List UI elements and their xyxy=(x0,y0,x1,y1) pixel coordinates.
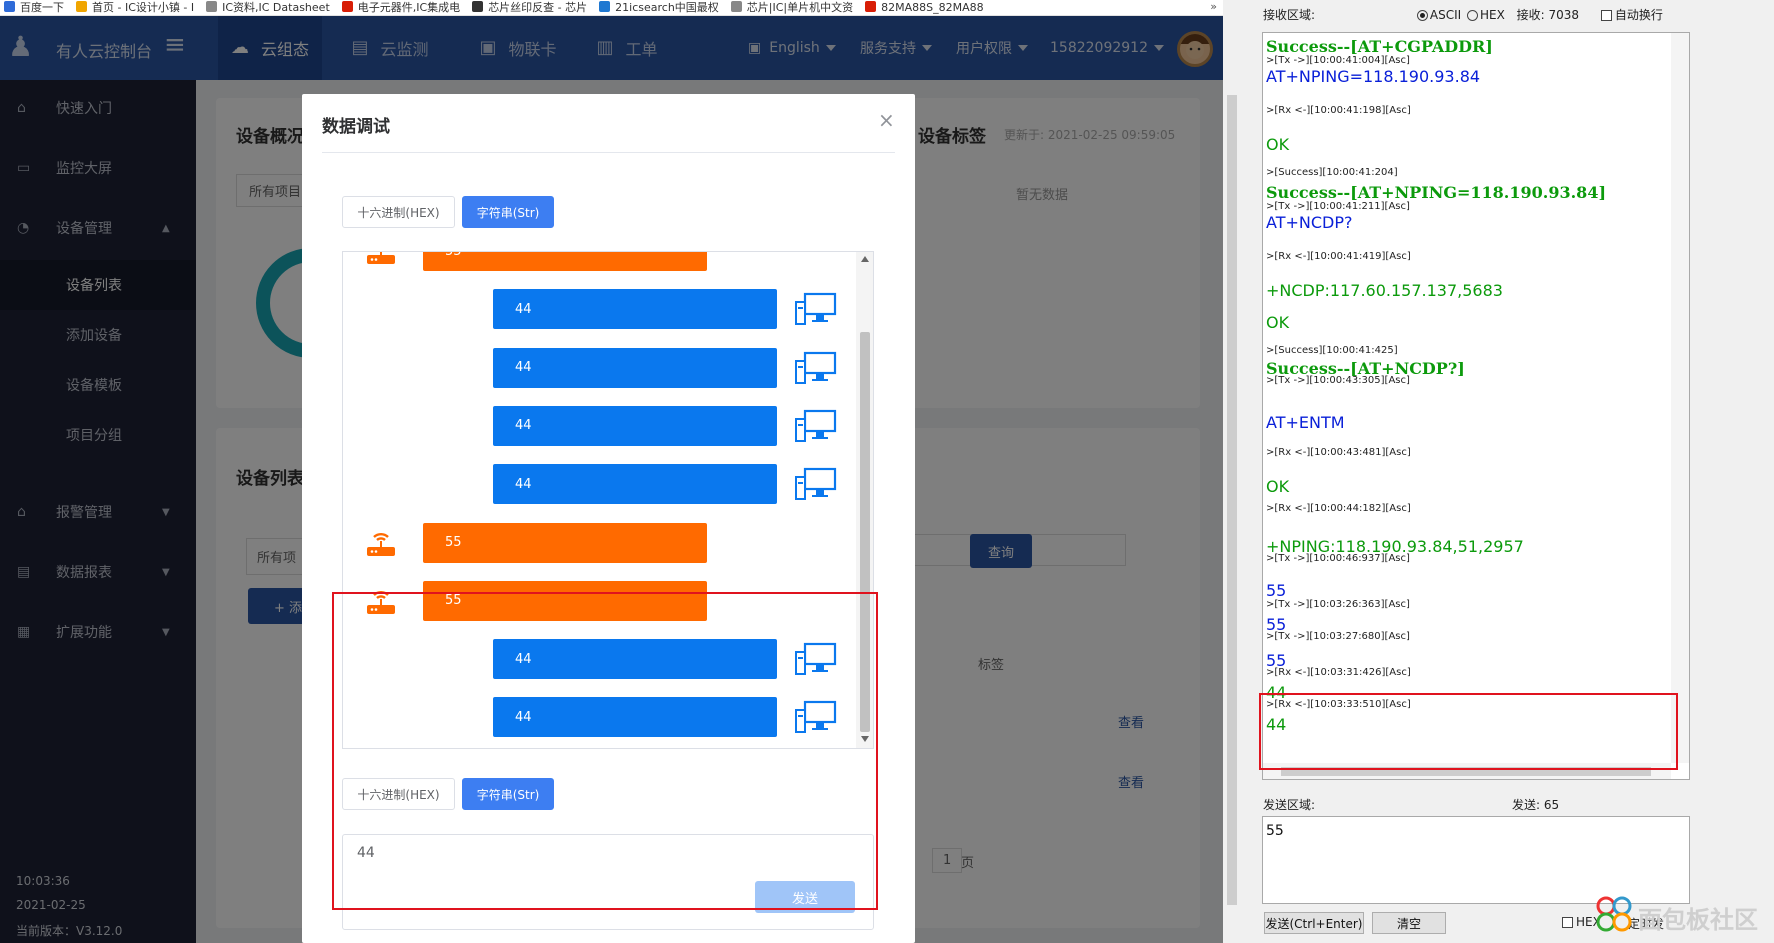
highlight-box xyxy=(332,592,878,910)
bookmark-favicon-icon xyxy=(472,1,484,12)
receive-area[interactable]: Success--[AT+CGPADDR] >[Tx ->][10:00:41:0… xyxy=(1262,32,1690,780)
serial-send-button[interactable]: 发送(Ctrl+Enter) xyxy=(1264,912,1364,934)
log-line: Success--[AT+NPING=118.190.93.84] xyxy=(1266,183,1607,202)
send-area-label: 发送区域: xyxy=(1263,798,1316,812)
bookmark-item[interactable]: 电子元器件,IC集成电 xyxy=(338,1,468,15)
recv-label: 接收区域: xyxy=(1263,8,1316,22)
receive-scrollbar[interactable] xyxy=(1671,33,1689,763)
ascii-radio[interactable]: ASCII xyxy=(1416,8,1461,22)
log-line: AT+NPING=118.190.93.84 xyxy=(1266,67,1481,86)
bookmarks-bar: 百度一下 首页 - IC设计小镇 - I IC资料,IC Datasheet 电子元器… xyxy=(0,0,1223,16)
bookmark-item[interactable]: 百度一下 xyxy=(0,1,72,15)
log-line: >[Rx <-][10:00:41:198][Asc] xyxy=(1266,105,1411,116)
close-icon[interactable]: × xyxy=(878,108,895,132)
bookmarks-more-icon[interactable]: » xyxy=(1210,0,1217,14)
auto-wrap-checkbox[interactable]: 自动换行 xyxy=(1600,8,1663,22)
tab-str[interactable]: 字符串(Str) xyxy=(462,196,554,228)
log-line: >[Tx ->][10:03:26:363][Asc] xyxy=(1266,599,1410,610)
watermark-logo-icon xyxy=(1596,896,1632,932)
router-icon xyxy=(365,527,397,559)
received-message: 44 xyxy=(493,405,777,446)
log-line: >[Success][10:00:41:425] xyxy=(1266,345,1398,356)
computer-icon xyxy=(795,351,837,385)
log-line: AT+NCDP? xyxy=(1266,213,1353,232)
log-line: Success--[AT+CGPADDR] xyxy=(1266,37,1493,56)
bookmark-favicon-icon xyxy=(206,1,218,12)
sent-message: 55 xyxy=(423,522,707,563)
clear-button[interactable]: 清空 xyxy=(1372,912,1446,934)
send-count: 发送: 65 xyxy=(1512,798,1560,812)
scroll-up-icon[interactable] xyxy=(861,256,869,262)
serial-send-value: 55 xyxy=(1266,823,1284,839)
page-scrollbar[interactable] xyxy=(1223,0,1241,943)
log-line: >[Tx ->][10:03:27:680][Asc] xyxy=(1266,631,1410,642)
sent-message: 55 xyxy=(423,252,707,271)
log-line: >[Rx <-][10:00:44:182][Asc] xyxy=(1266,503,1411,514)
log-line: +NCDP:117.60.157.137,5683 xyxy=(1266,281,1503,300)
log-line: >[Tx ->][10:00:46:937][Asc] xyxy=(1266,553,1410,564)
radio-icon xyxy=(1467,10,1478,21)
bookmark-favicon-icon xyxy=(4,1,15,12)
computer-icon xyxy=(795,292,837,326)
watermark: 面包板社区 xyxy=(1594,890,1764,940)
recv-count: 接收: 7038 xyxy=(1516,8,1580,22)
received-message: 44 xyxy=(493,464,777,505)
log-line: 55 xyxy=(1266,581,1287,600)
bookmark-favicon-icon xyxy=(730,1,742,12)
divider xyxy=(322,152,895,153)
bookmark-item[interactable]: 芯片丝印反查 - 芯片 xyxy=(468,1,595,15)
bookmark-favicon-icon xyxy=(865,1,877,12)
bookmark-favicon-icon xyxy=(76,1,87,12)
bookmark-favicon-icon xyxy=(341,1,353,12)
received-message: 44 xyxy=(493,289,777,330)
log-line: OK xyxy=(1266,313,1290,332)
bookmark-item[interactable]: 82MA88S_82MA88 xyxy=(861,1,992,15)
tab-hex[interactable]: 十六进制(HEX) xyxy=(342,196,455,228)
bookmark-favicon-icon xyxy=(599,1,611,12)
log-line: >[Tx ->][10:00:41:211][Asc] xyxy=(1266,201,1410,212)
log-line: >[Tx ->][10:00:43:305][Asc] xyxy=(1266,375,1410,386)
hex-radio[interactable]: HEX xyxy=(1467,8,1505,22)
log-line: >[Rx <-][10:03:31:426][Asc] xyxy=(1266,667,1411,678)
radio-icon xyxy=(1416,10,1428,21)
computer-icon xyxy=(795,409,837,443)
scrollbar-thumb[interactable] xyxy=(1227,95,1237,905)
router-icon xyxy=(365,252,397,267)
log-line: >[Tx ->][10:00:41:004][Asc] xyxy=(1266,55,1410,66)
bookmark-item[interactable]: 首页 - IC设计小镇 - I xyxy=(72,1,202,15)
computer-icon xyxy=(795,467,837,501)
log-line: >[Rx <-][10:00:41:419][Asc] xyxy=(1266,251,1411,262)
log-line: OK xyxy=(1266,477,1290,496)
checkbox-icon xyxy=(1562,917,1573,928)
serial-header: 接收区域: ASCII HEX 接收: 7038 自动换行 xyxy=(1263,6,1663,23)
received-message: 44 xyxy=(493,347,777,388)
log-line: AT+ENTM xyxy=(1266,413,1345,432)
checkbox-icon xyxy=(1600,10,1612,21)
modal-title: 数据调试 xyxy=(322,117,390,137)
highlight-box xyxy=(1259,693,1678,770)
bookmark-item[interactable]: IC资料,IC Datasheet xyxy=(202,1,338,15)
log-line: OK xyxy=(1266,135,1290,154)
bookmark-item[interactable]: 21icsearch中国最权 xyxy=(595,1,727,15)
bookmark-item[interactable]: 芯片|IC|单片机中文资 xyxy=(727,1,861,15)
log-line: >[Rx <-][10:00:43:481][Asc] xyxy=(1266,447,1411,458)
log-line: >[Success][10:00:41:204] xyxy=(1266,167,1398,178)
